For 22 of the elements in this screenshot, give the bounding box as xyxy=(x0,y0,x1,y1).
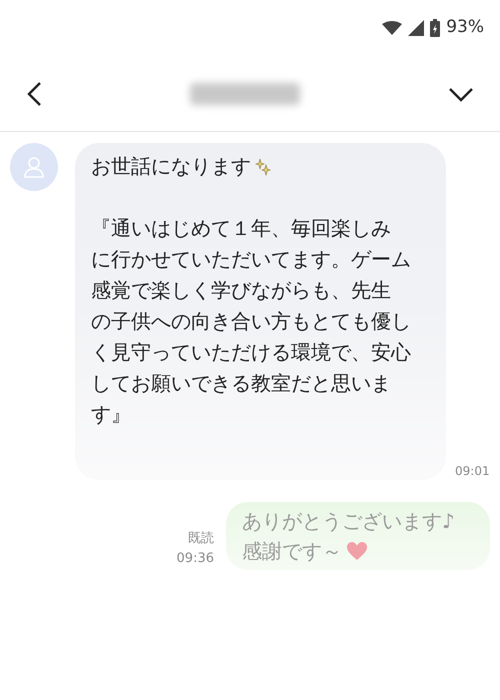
signal-icon xyxy=(408,20,424,36)
time-label: 09:36 xyxy=(176,550,214,568)
heart-icon xyxy=(346,541,368,561)
message-text: ありがとうございます♪ xyxy=(242,508,455,535)
message-text: 感覚で楽しく学びながらも、先生 xyxy=(91,277,392,304)
message-text: 感謝です～ xyxy=(242,538,342,565)
wifi-icon xyxy=(382,21,402,35)
chevron-down-icon[interactable] xyxy=(448,86,474,102)
battery-level: 93% xyxy=(446,16,484,40)
battery-icon xyxy=(430,19,440,37)
read-receipt: 既読 xyxy=(188,530,214,548)
back-icon[interactable] xyxy=(26,80,42,106)
time-label: 09:01 xyxy=(455,463,490,480)
message-text: してお願いできる教室だと思いま xyxy=(91,370,392,397)
sparkles-icon xyxy=(255,158,271,176)
message-text: く見守っていただける環境で、安心 xyxy=(91,339,412,366)
message-text: の子供への向き合い方もとても優し xyxy=(91,308,412,335)
message-text: 『通いはじめて１年、毎回楽しみ xyxy=(91,215,392,242)
person-icon xyxy=(23,156,45,178)
message-text: に行かせていただいてます。ゲーム xyxy=(91,246,412,273)
message-text: お世話になります xyxy=(91,153,251,180)
message-text: す』 xyxy=(91,401,132,428)
